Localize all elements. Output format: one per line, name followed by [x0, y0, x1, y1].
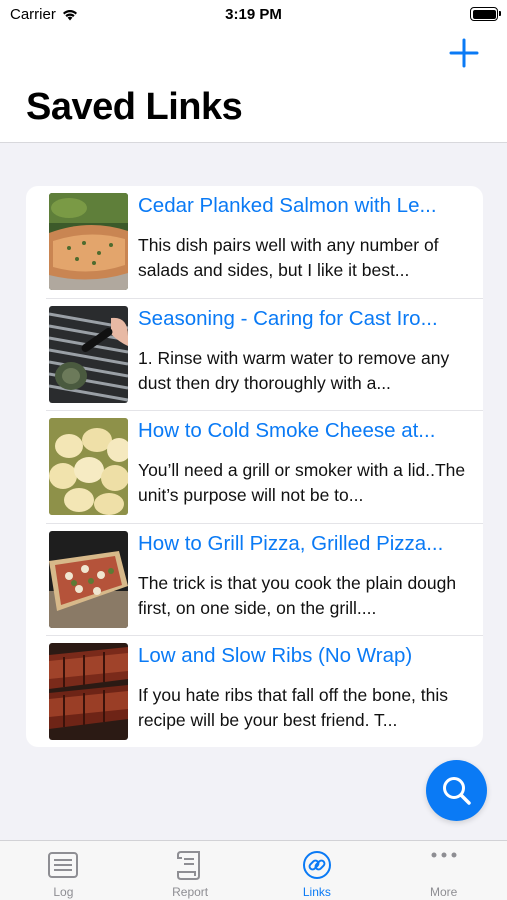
status-time: 3:19 PM — [225, 6, 282, 23]
add-link-button[interactable] — [447, 36, 481, 70]
tab-links[interactable]: Links — [254, 841, 381, 900]
page-title: Saved Links — [26, 86, 243, 128]
tab-bar: Log Report Links More — [0, 840, 507, 900]
pizza-photo — [49, 530, 128, 628]
link-description: This dish pairs well with any number of … — [138, 235, 439, 280]
tab-report[interactable]: Report — [127, 841, 254, 900]
log-list-icon — [48, 852, 79, 878]
link-row[interactable]: Cedar Planked Salmon with Le... This dis… — [26, 186, 483, 299]
link-title: Low and Slow Ribs (No Wrap) — [138, 644, 413, 667]
link-description: You’ll need a grill or smoker with a lid… — [138, 460, 466, 505]
link-icon — [302, 851, 331, 879]
tab-label: Report — [172, 885, 209, 899]
link-description: The trick is that you cook the plain dou… — [138, 572, 457, 618]
search-button[interactable] — [426, 760, 487, 821]
report-scroll-icon — [177, 851, 201, 880]
status-bar: Carrier 3:19 PM — [0, 0, 507, 30]
link-description: If you hate ribs that fall off the bone,… — [138, 685, 449, 730]
search-icon — [443, 777, 471, 805]
link-description: 1. Rinse with warm water to remove any d… — [138, 347, 450, 393]
link-title: How to Cold Smoke Cheese at... — [138, 419, 436, 442]
navigation-header: Carrier 3:19 PM Saved Links — [0, 0, 507, 143]
cheese-photo — [49, 418, 128, 515]
battery-icon — [470, 7, 501, 21]
grill-grate-photo — [49, 305, 128, 403]
link-row[interactable]: How to Cold Smoke Cheese at... You’ll ne… — [26, 411, 483, 524]
link-title: How to Grill Pizza, Grilled Pizza... — [138, 531, 444, 555]
link-title: Seasoning - Caring for Cast Iro... — [138, 306, 438, 330]
link-row[interactable]: Seasoning - Caring for Cast Iro... 1. Ri… — [26, 299, 483, 411]
link-row[interactable]: Low and Slow Ribs (No Wrap) If you hate … — [26, 636, 483, 747]
ribs-photo — [49, 643, 128, 740]
plus-icon — [449, 38, 479, 68]
tab-log[interactable]: Log — [0, 841, 127, 900]
tab-more[interactable]: More — [380, 841, 507, 900]
link-title: Cedar Planked Salmon with Le... — [138, 194, 437, 217]
link-row[interactable]: How to Grill Pizza, Grilled Pizza... The… — [26, 524, 483, 636]
ellipsis-icon — [431, 852, 457, 858]
tab-label: Links — [302, 885, 331, 899]
saved-links-list: Cedar Planked Salmon with Le... This dis… — [26, 186, 483, 747]
salmon-photo — [49, 193, 128, 290]
tab-label: More — [429, 885, 458, 899]
tab-label: Log — [53, 885, 74, 899]
